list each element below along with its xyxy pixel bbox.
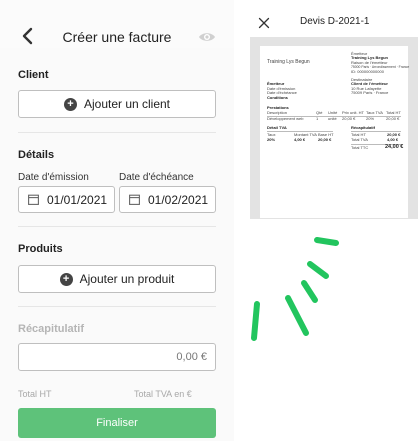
loading-spinner-icon	[251, 237, 339, 341]
preview-button[interactable]	[198, 28, 216, 46]
close-icon	[258, 17, 270, 29]
issue-date-value: 01/01/2021	[47, 192, 108, 207]
doc-row-tva: 20%	[366, 116, 375, 121]
total-tva-label: Total TVA en €	[134, 389, 192, 399]
doc-recap-value: 4,00 €	[387, 137, 399, 142]
divider	[18, 226, 216, 227]
section-summary: Récapitulatif	[18, 323, 85, 335]
doc-col-tva: Taux TVA	[366, 109, 383, 115]
plus-icon: +	[59, 272, 73, 286]
issue-date-field[interactable]: 01/01/2021	[18, 186, 115, 213]
header-bar: Créer une facture	[0, 0, 234, 48]
amount-value: 0,00 €	[176, 351, 207, 363]
doc-col-qty: Qté	[316, 109, 323, 115]
doc-emitter-line: ID: 000000000000	[351, 68, 384, 74]
finalize-button[interactable]: Finaliser	[18, 408, 216, 438]
issue-date-label: Date d'émission	[18, 172, 89, 183]
doc-col-desc: Description	[267, 109, 288, 115]
doc-tva-value: 20,00 €	[318, 136, 332, 142]
due-date-label: Date d'échéance	[119, 172, 194, 183]
doc-tva-value: 20%	[267, 136, 276, 142]
doc-col-unit: Unité	[328, 109, 338, 115]
doc-col-total: Total HT	[386, 109, 401, 115]
close-preview-button[interactable]	[258, 16, 270, 29]
add-product-label: Ajouter un produit	[79, 272, 175, 286]
section-products: Produits	[18, 243, 63, 255]
doc-recap-label: Total TVA	[351, 137, 368, 142]
doc-row-qty: 1	[316, 116, 319, 121]
doc-recap-label: Total TTC	[351, 144, 369, 150]
section-details: Détails	[18, 149, 55, 161]
calendar-icon	[129, 194, 140, 205]
doc-row-pu: 20,00 €	[342, 116, 356, 121]
doc-recap-head: Récapitulatif	[351, 125, 376, 130]
invoice-document: Training Lys Begun Émetteur Training Lys…	[260, 46, 409, 218]
amount-field[interactable]: 0,00 €	[18, 343, 216, 371]
calendar-icon	[28, 194, 39, 205]
preview-title: Devis D-2021-1	[300, 16, 370, 27]
doc-row-desc: Développement web	[267, 116, 304, 121]
doc-left-line: Conditions	[267, 94, 288, 100]
plus-icon: +	[63, 97, 77, 111]
doc-tva-value: 4,00 €	[294, 136, 306, 142]
doc-row-unit: unité	[328, 116, 337, 121]
due-date-value: 01/02/2021	[148, 192, 209, 207]
doc-tva-head: Détail TVA	[267, 125, 287, 130]
divider	[18, 306, 216, 307]
add-client-label: Ajouter un client	[83, 97, 171, 111]
section-client: Client	[18, 69, 49, 81]
doc-col-pu: Prix unit. HT	[342, 109, 365, 115]
add-client-button[interactable]: + Ajouter un client	[18, 90, 216, 118]
due-date-field[interactable]: 01/02/2021	[119, 186, 216, 213]
eye-icon	[199, 33, 215, 41]
doc-recap-value: 24,00 €	[385, 143, 404, 150]
divider	[18, 132, 216, 133]
doc-company: Training Lys Begun	[267, 59, 310, 65]
total-ht-label: Total HT	[18, 389, 52, 399]
add-product-button[interactable]: + Ajouter un produit	[18, 265, 216, 293]
invoice-form-screen: Créer une facture Client + Ajouter un cl…	[0, 0, 234, 441]
doc-dest-line: 75009 Paris · France	[351, 90, 389, 95]
doc-row-total: 20,00 €	[386, 116, 400, 121]
